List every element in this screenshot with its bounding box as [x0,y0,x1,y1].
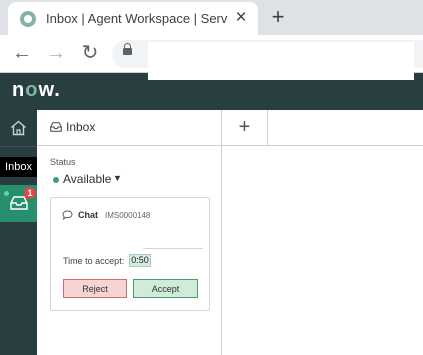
add-tab-button[interactable]: + [222,110,268,145]
browser-toolbar: ← → ↻ [0,35,423,80]
browser-tab-title: Inbox | Agent Workspace | ServiceNow [46,11,228,26]
inbox-icon [10,196,28,210]
accept-countdown: 0:50 [129,254,151,267]
back-arrow-icon[interactable]: ← [10,41,34,65]
logo-prefix: n [12,79,26,101]
time-to-accept-label: Time to accept: [63,256,125,266]
home-icon [11,120,26,136]
forward-arrow-icon[interactable]: → [44,41,68,65]
accept-button[interactable]: Accept [133,279,198,298]
address-bar[interactable] [112,40,423,80]
logo-suffix: w. [38,79,61,101]
chat-bubble-icon [62,210,73,220]
rail-home-button[interactable] [0,110,37,147]
rail-tooltip: Inbox [0,157,37,177]
servicenow-favicon-icon [20,11,36,27]
reject-button[interactable]: Reject [63,279,127,298]
browser-tab[interactable]: Inbox | Agent Workspace | ServiceNow × [8,2,258,35]
close-tab-icon[interactable]: × [232,8,250,28]
inbox-tab-icon [50,122,62,132]
address-redaction [148,42,414,80]
record-id: IMS0000148 [105,211,151,220]
work-item-card: Chat IMS0000148 Time to accept: 0:50 Rej… [50,197,210,311]
presence-dot [4,191,9,196]
channel-label: Chat [78,210,98,220]
status-available-dot [53,177,59,183]
lock-icon [123,43,132,55]
tab-inbox[interactable]: Inbox [37,110,222,145]
caret-down-icon[interactable]: ▼ [113,173,122,183]
servicenow-logo[interactable]: now. [12,79,61,102]
card-divider [143,248,203,249]
left-rail: Inbox 1 [0,110,37,355]
logo-accent: o [25,79,39,101]
inbox-panel: Status Available ▼ Chat IMS0000148 Time … [37,146,222,355]
status-label: Status [50,157,76,167]
tab-inbox-label: Inbox [66,120,96,134]
browser-tab-strip: Inbox | Agent Workspace | ServiceNow × + [0,0,423,35]
inbox-count-badge: 1 [24,187,36,199]
workspace-tabs: Inbox + [37,110,423,146]
reload-icon[interactable]: ↻ [78,41,102,65]
status-dropdown[interactable]: Available [63,172,111,186]
rail-inbox-button[interactable]: 1 [0,185,37,222]
new-tab-button[interactable]: + [266,5,290,29]
